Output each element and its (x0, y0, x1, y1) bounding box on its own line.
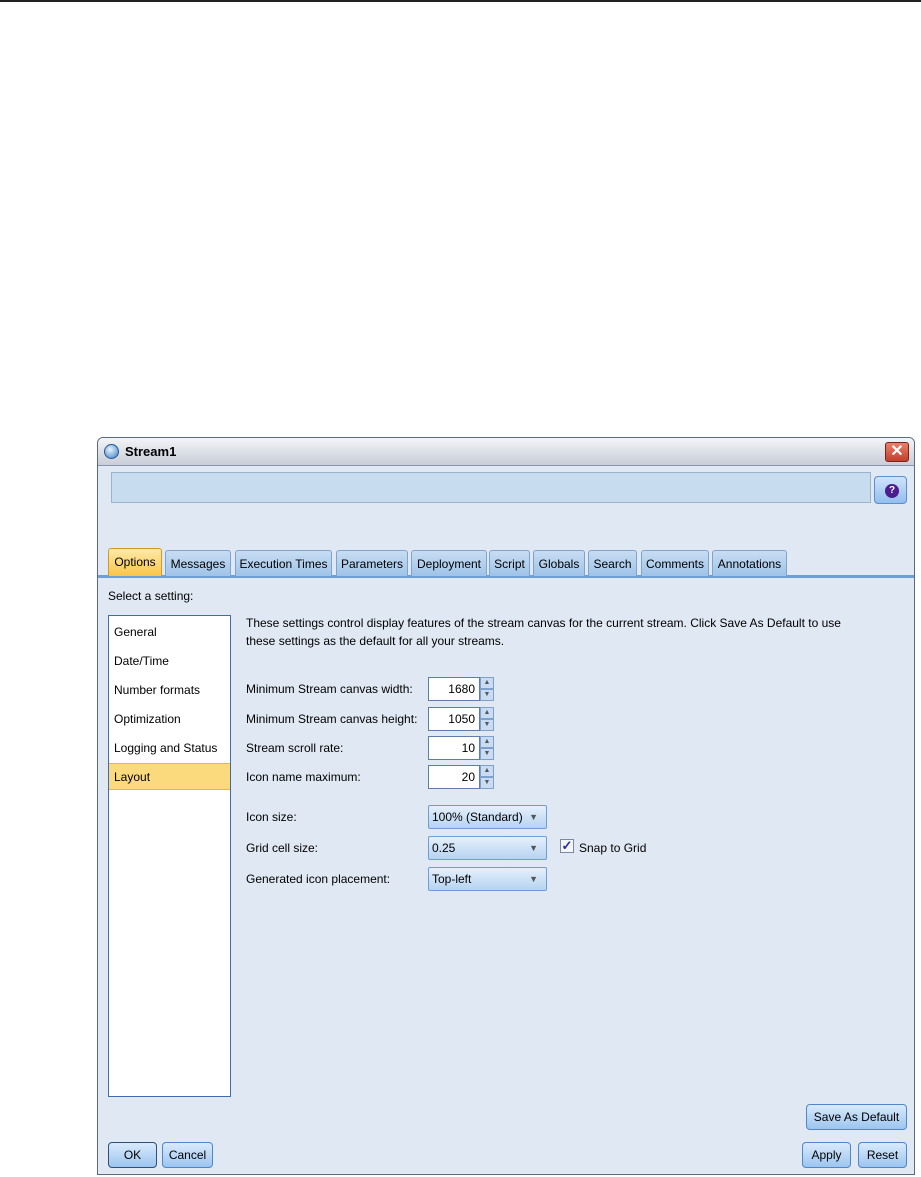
spin-down-icon[interactable]: ▼ (480, 748, 494, 760)
checkmark-icon: ✓ (561, 838, 573, 853)
settings-list[interactable]: General Date/Time Number formats Optimiz… (108, 615, 231, 1097)
icon-name-max-label: Icon name maximum: (246, 770, 361, 784)
icon-name-max-spinner[interactable]: 20 ▲ ▼ (428, 765, 494, 789)
description-line-2: these settings as the default for all yo… (246, 634, 505, 648)
grid-cell-size-value: 0.25 (432, 841, 456, 855)
spin-down-icon[interactable]: ▼ (480, 689, 494, 701)
tab-execution-times[interactable]: Execution Times (235, 550, 332, 576)
min-height-input[interactable]: 1050 (428, 707, 480, 731)
tab-annotations[interactable]: Annotations (712, 550, 787, 576)
spin-up-icon[interactable]: ▲ (480, 677, 494, 689)
scroll-rate-input[interactable]: 10 (428, 736, 480, 760)
spin-up-icon[interactable]: ▲ (480, 707, 494, 719)
setting-general[interactable]: General (109, 619, 230, 646)
spin-up-icon[interactable]: ▲ (480, 765, 494, 777)
min-height-label: Minimum Stream canvas height: (246, 712, 418, 726)
min-width-spinner[interactable]: 1680 ▲ ▼ (428, 677, 494, 701)
chevron-down-icon: ▼ (529, 874, 538, 884)
min-height-spinner[interactable]: 1050 ▲ ▼ (428, 707, 494, 731)
tab-strip: Options Messages Execution Times Paramet… (98, 548, 914, 578)
tab-parameters[interactable]: Parameters (336, 550, 408, 576)
save-as-default-button[interactable]: Save As Default (806, 1104, 907, 1130)
stream-icon (104, 444, 119, 459)
help-icon: ? (885, 484, 899, 498)
title-bar[interactable]: Stream1 ✕ (98, 438, 914, 466)
tab-deployment[interactable]: Deployment (411, 550, 487, 576)
stream-properties-dialog: Stream1 ✕ ? Options Messages Execution T… (97, 437, 915, 1175)
apply-button[interactable]: Apply (802, 1142, 851, 1168)
page-top-rule (0, 0, 921, 2)
snap-to-grid-checkbox[interactable]: ✓ (560, 839, 574, 853)
grid-cell-size-label: Grid cell size: (246, 841, 319, 855)
spin-down-icon[interactable]: ▼ (480, 777, 494, 789)
icon-placement-value: Top-left (432, 872, 472, 886)
tab-search[interactable]: Search (588, 550, 637, 576)
description-line-1: These settings control display features … (246, 616, 841, 630)
scroll-rate-label: Stream scroll rate: (246, 741, 344, 755)
setting-date-time[interactable]: Date/Time (109, 648, 230, 675)
chevron-down-icon: ▼ (529, 843, 538, 853)
setting-number-formats[interactable]: Number formats (109, 677, 230, 704)
tab-options[interactable]: Options (108, 548, 162, 576)
setting-layout[interactable]: Layout (109, 763, 230, 790)
icon-size-label: Icon size: (246, 810, 297, 824)
icon-size-dropdown[interactable]: 100% (Standard) ▼ (428, 805, 547, 829)
snap-to-grid-label[interactable]: Snap to Grid (579, 841, 646, 855)
tab-globals[interactable]: Globals (533, 550, 585, 576)
spin-up-icon[interactable]: ▲ (480, 736, 494, 748)
ok-button[interactable]: OK (108, 1142, 157, 1168)
cancel-button[interactable]: Cancel (162, 1142, 213, 1168)
scroll-rate-spinner[interactable]: 10 ▲ ▼ (428, 736, 494, 760)
tab-script[interactable]: Script (489, 550, 530, 576)
min-width-input[interactable]: 1680 (428, 677, 480, 701)
toolbar-area (111, 472, 871, 503)
help-button[interactable]: ? (874, 476, 907, 504)
grid-cell-size-dropdown[interactable]: 0.25 ▼ (428, 836, 547, 860)
select-setting-label: Select a setting: (108, 589, 194, 603)
close-button[interactable]: ✕ (885, 442, 909, 462)
min-width-label: Minimum Stream canvas width: (246, 682, 413, 696)
tab-comments[interactable]: Comments (641, 550, 709, 576)
setting-logging-status[interactable]: Logging and Status (109, 735, 230, 762)
tab-messages[interactable]: Messages (165, 550, 231, 576)
icon-name-max-input[interactable]: 20 (428, 765, 480, 789)
icon-placement-dropdown[interactable]: Top-left ▼ (428, 867, 547, 891)
chevron-down-icon: ▼ (529, 812, 538, 822)
icon-size-value: 100% (Standard) (432, 810, 523, 824)
icon-placement-label: Generated icon placement: (246, 872, 391, 886)
setting-optimization[interactable]: Optimization (109, 706, 230, 733)
close-icon: ✕ (890, 443, 904, 460)
spin-down-icon[interactable]: ▼ (480, 719, 494, 731)
window-title: Stream1 (125, 444, 177, 459)
reset-button[interactable]: Reset (858, 1142, 907, 1168)
